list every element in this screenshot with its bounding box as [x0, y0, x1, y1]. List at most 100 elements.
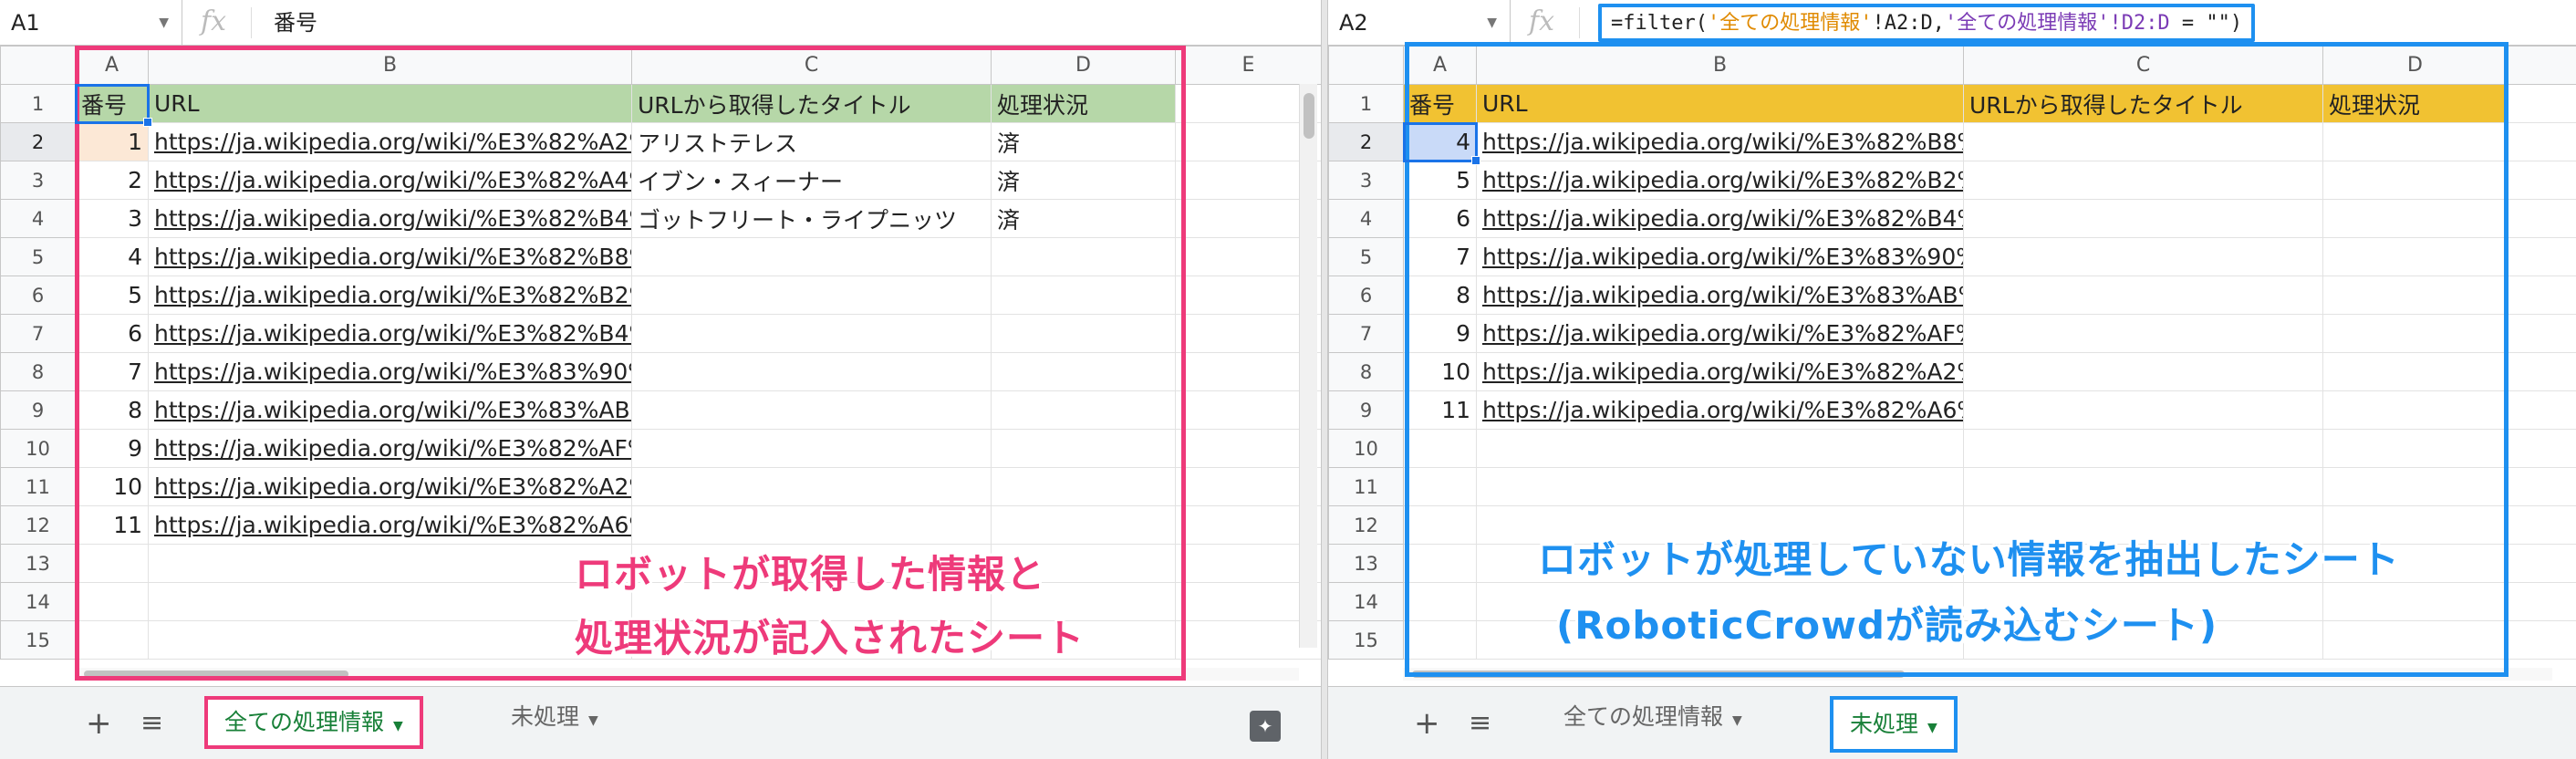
- row-header[interactable]: 14: [1328, 582, 1404, 621]
- explore-icon[interactable]: ✦: [1250, 711, 1281, 742]
- row-header[interactable]: 7: [0, 314, 76, 353]
- left-spreadsheet-pane: A1 ▼ fx 番号 A B C D E 1 番号 URL URLから取得したタイトル 処理状況 2 1…: [0, 0, 1321, 759]
- row-header[interactable]: 5: [0, 237, 76, 276]
- row-header[interactable]: 14: [0, 582, 76, 621]
- row-header[interactable]: 1: [1328, 84, 1404, 123]
- chevron-down-icon[interactable]: ▼: [159, 0, 169, 46]
- empty-cell[interactable]: [2507, 237, 2576, 276]
- empty-cell[interactable]: [2507, 582, 2576, 621]
- tab-label: 全ての処理情報: [1563, 703, 1724, 730]
- fill-handle[interactable]: [1470, 155, 1480, 165]
- tab-unprocessed[interactable]: 未処理 ▼: [1830, 696, 1958, 753]
- all-sheets-icon[interactable]: ≡: [140, 707, 163, 740]
- formula-token: '全ての処理情報': [1707, 12, 1873, 35]
- formula-bar: A1 ▼ fx 番号: [0, 0, 1321, 46]
- tab-label: 未処理: [511, 703, 580, 730]
- add-sheet-icon[interactable]: +: [1414, 705, 1440, 742]
- formula-token: '全ての処理情報': [1944, 12, 2110, 35]
- vertical-scrollbar[interactable]: [1299, 84, 1317, 648]
- row-header[interactable]: 12: [0, 505, 76, 545]
- name-box-value: A1: [11, 10, 40, 36]
- row-header[interactable]: 10: [1328, 429, 1404, 468]
- row-header[interactable]: 9: [0, 390, 76, 430]
- all-sheets-icon[interactable]: ≡: [1469, 707, 1491, 740]
- chevron-down-icon[interactable]: ▼: [588, 713, 598, 728]
- empty-cell[interactable]: [2507, 352, 2576, 391]
- chevron-down-icon[interactable]: ▼: [1487, 0, 1497, 46]
- fx-icon: fx: [1529, 5, 1555, 37]
- chevron-down-icon[interactable]: ▼: [393, 719, 403, 733]
- formula-token: !D2:D: [2109, 12, 2170, 35]
- row-header[interactable]: 2: [1328, 122, 1404, 161]
- row-header[interactable]: 4: [1328, 199, 1404, 238]
- pane-divider: [1321, 0, 1328, 759]
- row-header[interactable]: 10: [0, 429, 76, 468]
- fill-handle[interactable]: [142, 117, 152, 127]
- formula-token: = ""): [2169, 12, 2243, 35]
- divider: [1579, 7, 1580, 38]
- name-box[interactable]: A1 ▼: [0, 0, 182, 46]
- row-header[interactable]: 4: [0, 199, 76, 238]
- tab-all-processing-info[interactable]: 全ての処理情報 ▼: [1547, 687, 1759, 751]
- empty-cell[interactable]: [2507, 467, 2576, 506]
- row-header[interactable]: 1: [0, 84, 76, 123]
- fx-icon: fx: [201, 5, 227, 37]
- formula-input[interactable]: 番号: [274, 0, 317, 46]
- row-header[interactable]: 11: [1328, 467, 1404, 506]
- row-header[interactable]: 6: [0, 276, 76, 315]
- divider: [251, 7, 252, 38]
- row-header[interactable]: 9: [1328, 390, 1404, 430]
- formula-token: =filter(: [1611, 12, 1708, 35]
- row-header[interactable]: 6: [1328, 276, 1404, 315]
- empty-cell[interactable]: [2507, 620, 2576, 660]
- row-header[interactable]: 2: [0, 122, 76, 161]
- select-all-corner[interactable]: [1328, 46, 1404, 85]
- row-header[interactable]: 11: [0, 467, 76, 506]
- sheet-tab-bar: + ≡ 全ての処理情報 ▼ 未処理 ▼: [1328, 686, 2576, 759]
- tab-unprocessed[interactable]: 未処理 ▼: [494, 687, 615, 751]
- select-all-corner[interactable]: [0, 46, 76, 85]
- formula-bar: A2 ▼ fx =filter('全ての処理情報'!A2:D,'全ての処理情報'!…: [1328, 0, 2576, 46]
- row-header[interactable]: 13: [1328, 544, 1404, 583]
- empty-cell[interactable]: [2507, 505, 2576, 545]
- annotation-line-1: ロボットが処理していない情報を抽出したシート: [1538, 537, 2400, 582]
- column-header[interactable]: E: [1175, 46, 1321, 85]
- column-header[interactable]: [2507, 46, 2576, 85]
- empty-cell[interactable]: [2507, 122, 2576, 161]
- cell-selection: [74, 83, 150, 124]
- add-sheet-icon[interactable]: +: [86, 705, 112, 742]
- annotation-line-2: 処理状況が記入されたシート: [575, 616, 1085, 660]
- row-header[interactable]: 8: [0, 352, 76, 391]
- name-box-value: A2: [1339, 10, 1368, 36]
- tab-label: 未処理: [1850, 711, 1919, 737]
- formula-token: ,: [1932, 12, 1945, 35]
- row-header[interactable]: 12: [1328, 505, 1404, 545]
- empty-cell[interactable]: [2507, 199, 2576, 238]
- row-header[interactable]: 5: [1328, 237, 1404, 276]
- row-header[interactable]: 8: [1328, 352, 1404, 391]
- empty-cell[interactable]: [2507, 390, 2576, 430]
- annotation-line-2: (RoboticCrowdが読み込むシート): [1556, 603, 2218, 648]
- empty-cell[interactable]: [2507, 314, 2576, 353]
- row-header[interactable]: 15: [0, 620, 76, 660]
- row-header[interactable]: 15: [1328, 620, 1404, 660]
- chevron-down-icon[interactable]: ▼: [1732, 713, 1742, 728]
- row-header[interactable]: 13: [0, 544, 76, 583]
- formula-input[interactable]: =filter('全ての処理情報'!A2:D,'全ての処理情報'!D2:D = …: [1598, 4, 2256, 42]
- row-header[interactable]: 7: [1328, 314, 1404, 353]
- tab-label: 全ての処理情報: [224, 709, 385, 735]
- empty-cell[interactable]: [2507, 276, 2576, 315]
- empty-cell[interactable]: [2507, 544, 2576, 583]
- row-header[interactable]: 3: [0, 161, 76, 200]
- name-box[interactable]: A2 ▼: [1328, 0, 1511, 46]
- empty-cell[interactable]: [2507, 161, 2576, 200]
- formula-token: !A2:D: [1872, 12, 1933, 35]
- empty-cell[interactable]: [2507, 84, 2576, 123]
- row-header[interactable]: 3: [1328, 161, 1404, 200]
- cell-selection: [1402, 121, 1478, 162]
- annotation-line-1: ロボットが取得した情報と: [575, 552, 1046, 597]
- tab-all-processing-info[interactable]: 全ての処理情報 ▼: [204, 696, 423, 749]
- chevron-down-icon[interactable]: ▼: [1927, 721, 1937, 735]
- scroll-thumb[interactable]: [1304, 93, 1314, 139]
- empty-cell[interactable]: [2507, 429, 2576, 468]
